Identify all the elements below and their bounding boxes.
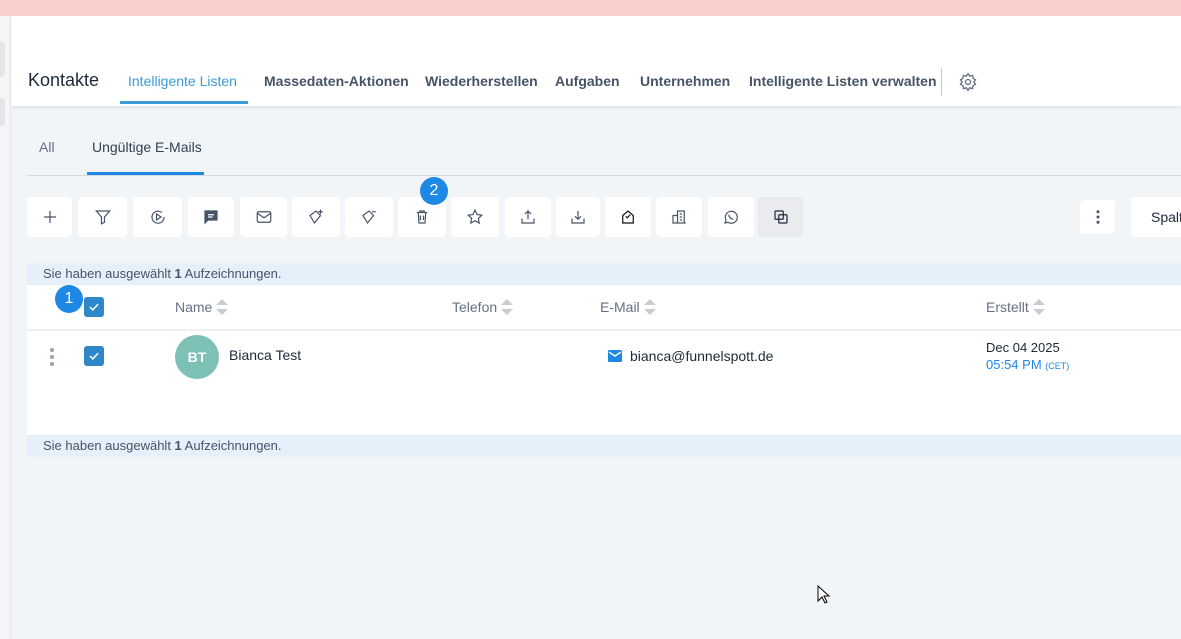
time: 05:54 PM bbox=[986, 357, 1042, 372]
page-title: Kontakte bbox=[28, 70, 100, 90]
sort-icon[interactable] bbox=[216, 299, 229, 315]
header-divider bbox=[27, 329, 1181, 331]
sort-icon[interactable] bbox=[1032, 299, 1045, 315]
add-tag-button[interactable] bbox=[292, 197, 340, 237]
filter-button[interactable] bbox=[78, 197, 127, 237]
email-icon bbox=[608, 350, 622, 362]
company-icon bbox=[672, 210, 686, 224]
mouse-cursor-icon bbox=[817, 585, 831, 604]
divider bbox=[941, 68, 942, 96]
tab-listen-verwalten[interactable]: Intelligente Listen verwalten bbox=[749, 73, 937, 89]
created-time: 05:54 PM (CET) bbox=[986, 357, 1069, 372]
selection-count: 1 bbox=[174, 266, 182, 281]
merge-icon bbox=[773, 210, 788, 224]
column-label: E-Mail bbox=[600, 299, 640, 315]
email-icon bbox=[256, 211, 271, 223]
add-contact-button[interactable] bbox=[27, 197, 72, 237]
selection-prefix: Sie haben ausgewählt bbox=[43, 438, 175, 453]
column-name[interactable]: Name bbox=[175, 299, 229, 315]
plus-icon bbox=[43, 211, 56, 223]
column-label: Erstellt bbox=[986, 299, 1029, 315]
subtab-all[interactable]: All bbox=[39, 139, 55, 155]
remove-tag-icon bbox=[362, 210, 376, 225]
selection-count: 1 bbox=[174, 438, 182, 453]
tab-unternehmen[interactable]: Unternehmen bbox=[640, 73, 730, 89]
contact-name[interactable]: Bianca Test bbox=[229, 347, 301, 363]
created-date: Dec 04 2025 bbox=[986, 340, 1060, 355]
selection-suffix: Aufzeichnungen. bbox=[181, 438, 282, 453]
avatar: BT bbox=[175, 335, 219, 379]
star-icon bbox=[466, 208, 484, 225]
divider bbox=[27, 175, 1181, 176]
company-button[interactable] bbox=[656, 197, 702, 237]
check-icon bbox=[89, 352, 99, 360]
whatsapp-button[interactable] bbox=[708, 197, 754, 237]
whatsapp-icon bbox=[724, 210, 738, 224]
select-all-checkbox[interactable] bbox=[84, 297, 104, 317]
column-email[interactable]: E-Mail bbox=[600, 299, 656, 315]
filter-icon bbox=[94, 210, 111, 225]
email-button[interactable] bbox=[240, 197, 287, 237]
sms-icon bbox=[204, 210, 218, 225]
trash-icon bbox=[416, 210, 428, 224]
gear-icon[interactable] bbox=[958, 72, 978, 92]
row-checkbox[interactable] bbox=[84, 346, 104, 366]
check-icon bbox=[89, 303, 99, 311]
column-label: Name bbox=[175, 299, 213, 315]
subtab-ungueltige-emails[interactable]: Ungültige E-Mails bbox=[92, 139, 202, 155]
sms-button[interactable] bbox=[188, 197, 234, 237]
column-erstellt[interactable]: Erstellt bbox=[986, 299, 1045, 315]
review-button[interactable] bbox=[605, 197, 651, 237]
top-banner bbox=[0, 0, 1181, 16]
merge-button[interactable] bbox=[758, 197, 803, 237]
import-icon bbox=[571, 211, 585, 224]
add-tag-icon bbox=[309, 209, 323, 225]
sidebar-button[interactable] bbox=[0, 41, 5, 77]
tab-aufgaben[interactable]: Aufgaben bbox=[555, 73, 620, 89]
selection-prefix: Sie haben ausgewählt bbox=[43, 266, 175, 281]
tab-wiederherstellen[interactable]: Wiederherstellen bbox=[425, 73, 538, 89]
workflow-button[interactable] bbox=[133, 197, 182, 237]
sort-icon[interactable] bbox=[501, 299, 514, 315]
contact-email[interactable]: bianca@funnelspott.de bbox=[630, 348, 773, 364]
left-sidebar bbox=[0, 16, 11, 639]
active-tab-indicator bbox=[120, 101, 248, 104]
more-button[interactable] bbox=[1080, 200, 1115, 234]
selection-suffix: Aufzeichnungen. bbox=[181, 266, 282, 281]
import-button[interactable] bbox=[556, 197, 600, 237]
more-icon bbox=[1096, 210, 1099, 224]
sort-icon[interactable] bbox=[643, 299, 656, 315]
export-icon bbox=[521, 210, 535, 224]
remove-tag-button[interactable] bbox=[345, 197, 393, 237]
selection-info-top: Sie haben ausgewählt 1 Aufzeichnungen. bbox=[27, 263, 1181, 285]
timezone: (CET) bbox=[1045, 361, 1070, 371]
columns-button[interactable]: Spalt bbox=[1131, 197, 1181, 237]
step-badge-1: 1 bbox=[55, 285, 83, 313]
favorite-button[interactable] bbox=[451, 197, 499, 237]
row-menu-icon[interactable] bbox=[44, 347, 60, 367]
column-telefon[interactable]: Telefon bbox=[452, 299, 514, 315]
header bbox=[11, 16, 1181, 106]
step-badge-2: 2 bbox=[420, 177, 448, 205]
review-icon bbox=[622, 210, 634, 224]
export-button[interactable] bbox=[505, 197, 551, 237]
sidebar-button[interactable] bbox=[0, 98, 5, 126]
column-label: Telefon bbox=[452, 299, 498, 315]
workflow-icon bbox=[150, 210, 165, 224]
tab-massedaten-aktionen[interactable]: Massedaten-Aktionen bbox=[264, 73, 409, 89]
selection-info-bottom: Sie haben ausgewählt 1 Aufzeichnungen. bbox=[27, 435, 1181, 457]
tab-intelligente-listen[interactable]: Intelligente Listen bbox=[128, 73, 237, 89]
